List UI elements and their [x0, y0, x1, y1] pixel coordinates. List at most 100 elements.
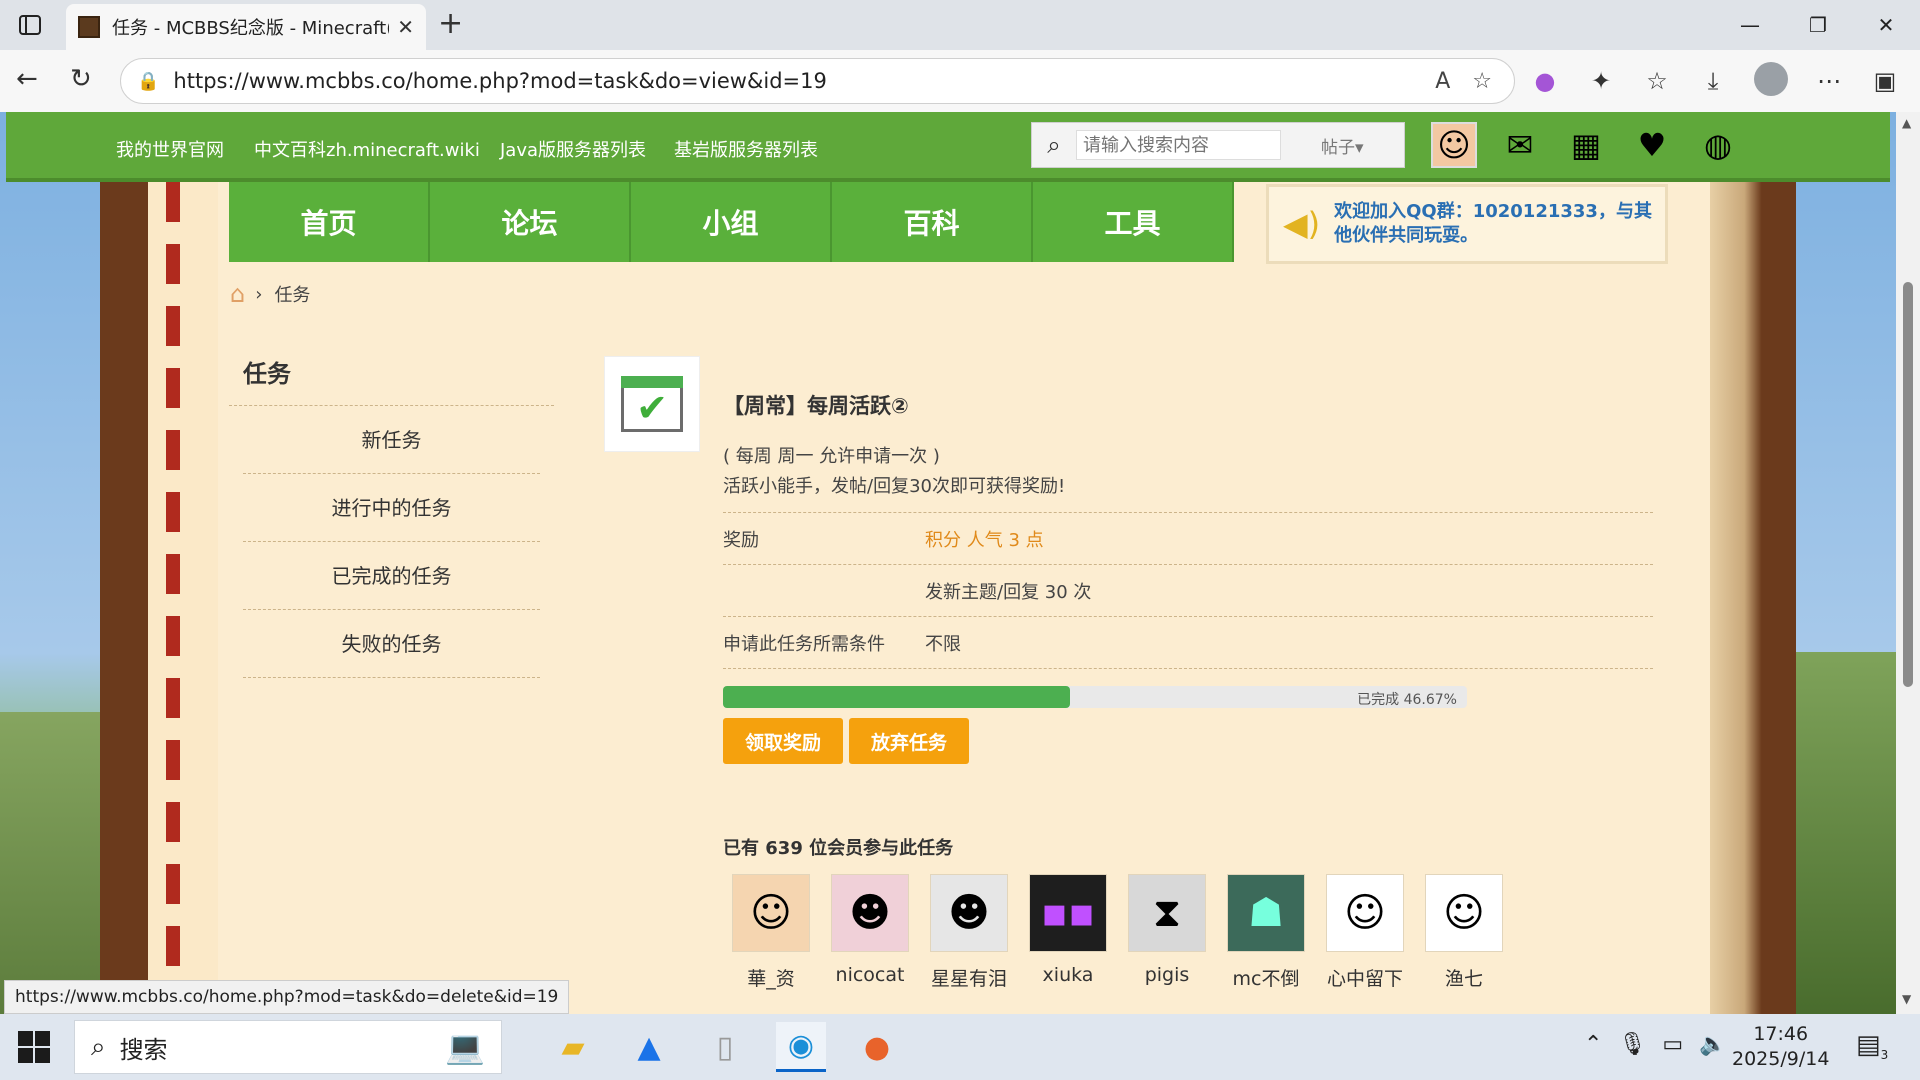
back-arrow-icon[interactable]: ←	[16, 64, 38, 94]
member-item[interactable]: ☻ nicocat	[831, 874, 909, 991]
address-url[interactable]: https://www.mcbbs.co/home.php?mod=task&d…	[173, 69, 1435, 93]
favorite-star-icon[interactable]: ☆	[1472, 69, 1492, 94]
extensions-icon[interactable]: ✦	[1586, 62, 1616, 100]
lock-icon[interactable]: 🔒	[137, 71, 159, 92]
member-item[interactable]: ▪▪ xiuka	[1029, 874, 1107, 991]
notification-icon[interactable]: ▤3	[1856, 1030, 1888, 1062]
member-item[interactable]: ☻ 星星有泪	[930, 874, 1008, 991]
member-name[interactable]: 心中留下	[1326, 964, 1404, 991]
member-item[interactable]: ☺ 華_资	[732, 874, 810, 991]
book-spine	[100, 182, 148, 1014]
close-tab-icon[interactable]: ✕	[397, 15, 414, 39]
profile-avatar[interactable]	[1754, 62, 1788, 96]
task-progress-bar: 已完成 46.67%	[723, 686, 1467, 708]
link-bedrock-servers[interactable]: 基岩版服务器列表	[674, 136, 818, 162]
sidebar-item-completed[interactable]: 已完成的任务	[243, 542, 540, 610]
tab-actions-icon[interactable]	[12, 10, 48, 40]
windows-taskbar: ⌕ 搜索 💻 ▰ ▲ ▯ ◉ ● ⌃ 🎙 ▭ 🔈 17:46 2025/9/14…	[0, 1014, 1920, 1080]
abandon-task-button[interactable]: 放弃任务	[849, 718, 969, 764]
volume-icon[interactable]: 🔈	[1699, 1032, 1726, 1057]
favorites-icon[interactable]: ☆	[1642, 62, 1672, 100]
photos-app-icon[interactable]: ▲	[624, 1022, 674, 1072]
member-item[interactable]: ☺ 心中留下	[1326, 874, 1404, 991]
refresh-icon[interactable]: ↻	[70, 64, 92, 94]
link-minecraft-wiki[interactable]: 中文百科zh.minecraft.wiki	[254, 136, 480, 162]
nav-wiki[interactable]: 百科	[832, 182, 1033, 262]
system-tray: ⌃ 🎙 ▭ 🔈	[1584, 1032, 1727, 1057]
address-bar[interactable]: 🔒 https://www.mcbbs.co/home.php?mod=task…	[120, 58, 1515, 104]
restore-icon[interactable]: ❐	[1784, 0, 1852, 50]
copilot-icon[interactable]: ●	[1530, 62, 1560, 100]
browser-tab-active[interactable]: 任务 - MCBBS纪念版 - Minecraft( ✕	[66, 4, 426, 50]
messages-icon[interactable]: ✉	[1497, 122, 1543, 168]
scroll-down-icon[interactable]: ▼	[1902, 992, 1911, 1006]
task-calendar-icon: ✔	[604, 356, 700, 452]
sidebar-item-new[interactable]: 新任务	[243, 406, 540, 474]
network-icon[interactable]: ▭	[1662, 1032, 1683, 1057]
breadcrumb-current[interactable]: 任务	[274, 281, 310, 307]
member-item[interactable]: ⧗ pigis	[1128, 874, 1206, 991]
member-name[interactable]: 星星有泪	[930, 964, 1008, 991]
member-avatar[interactable]: ⧗	[1128, 874, 1206, 952]
page-scrollbar[interactable]: ▲ ▼	[1896, 112, 1920, 1014]
firefox-icon[interactable]: ●	[852, 1022, 902, 1072]
link-status-url: https://www.mcbbs.co/home.php?mod=task&d…	[4, 980, 570, 1014]
notepad-icon[interactable]: ▯	[700, 1022, 750, 1072]
nav-groups[interactable]: 小组	[631, 182, 832, 262]
edge-browser-icon[interactable]: ◉	[776, 1022, 826, 1072]
task-reward-row: 奖励 积分 人气 3 点	[723, 512, 1653, 564]
read-aloud-icon[interactable]: A	[1435, 69, 1450, 94]
scroll-up-icon[interactable]: ▲	[1902, 116, 1911, 130]
member-item[interactable]: ☗ mc不倒	[1227, 874, 1305, 991]
search-input[interactable]	[1076, 130, 1281, 160]
downloads-icon[interactable]: ⤓	[1698, 62, 1728, 100]
member-avatar[interactable]: ▪▪	[1029, 874, 1107, 952]
taskbar-clock[interactable]: 17:46 2025/9/14	[1732, 1022, 1829, 1072]
member-avatar[interactable]: ☻	[831, 874, 909, 952]
sidebar-item-in-progress[interactable]: 进行中的任务	[243, 474, 540, 542]
member-avatar[interactable]: ☺	[1425, 874, 1503, 952]
friends-icon[interactable]: ♥	[1629, 122, 1675, 168]
inventory-icon[interactable]: ▦	[1563, 122, 1609, 168]
link-minecraft-official[interactable]: 我的世界官网	[116, 136, 224, 162]
member-name[interactable]: xiuka	[1029, 964, 1107, 986]
sidebar-toggle-icon[interactable]: ▣	[1870, 62, 1900, 100]
member-item[interactable]: ☺ 渔七	[1425, 874, 1503, 991]
microphone-icon[interactable]: 🎙	[1618, 1032, 1646, 1057]
windows-start-icon[interactable]	[18, 1031, 50, 1063]
main-nav: 首页 论坛 小组 百科 工具	[229, 182, 1234, 262]
task-requirement-row: 发新主题/回复 30 次	[723, 564, 1653, 616]
search-icon[interactable]: ⌕	[1032, 131, 1076, 159]
member-avatar[interactable]: ☺	[732, 874, 810, 952]
member-name[interactable]: 華_资	[732, 964, 810, 991]
cookie-icon[interactable]: ◍	[1695, 122, 1741, 168]
announcement-text[interactable]: 欢迎加入QQ群：1020121333，与其他伙伴共同玩耍。	[1334, 200, 1665, 248]
browser-toolbar: ← ↻ 🔒 https://www.mcbbs.co/home.php?mod=…	[0, 50, 1920, 112]
user-avatar[interactable]: ☺	[1431, 122, 1477, 168]
member-avatar[interactable]: ☗	[1227, 874, 1305, 952]
sidebar-item-failed[interactable]: 失败的任务	[243, 610, 540, 678]
claim-reward-button[interactable]: 领取奖励	[723, 718, 843, 764]
link-java-servers[interactable]: Java版服务器列表	[500, 136, 646, 162]
member-name[interactable]: nicocat	[831, 964, 909, 986]
more-menu-icon[interactable]: ⋯	[1814, 62, 1844, 100]
close-window-icon[interactable]: ✕	[1852, 0, 1920, 50]
nav-home[interactable]: 首页	[229, 182, 430, 262]
minimize-icon[interactable]: —	[1716, 0, 1784, 50]
browser-toolbar-icons: ● ✦ ☆ ⤓ ⋯ ▣	[1530, 62, 1900, 100]
member-name[interactable]: mc不倒	[1227, 964, 1305, 991]
home-icon[interactable]: ⌂	[230, 280, 245, 308]
new-tab-button[interactable]: +	[438, 6, 463, 41]
breadcrumb: ⌂ › 任务	[230, 280, 310, 308]
member-avatar[interactable]: ☻	[930, 874, 1008, 952]
member-name[interactable]: pigis	[1128, 964, 1206, 986]
member-name[interactable]: 渔七	[1425, 964, 1503, 991]
scrollbar-thumb[interactable]	[1903, 282, 1913, 687]
tray-overflow-icon[interactable]: ⌃	[1584, 1032, 1602, 1057]
taskbar-search[interactable]: ⌕ 搜索 💻	[74, 1020, 502, 1074]
nav-forum[interactable]: 论坛	[430, 182, 631, 262]
nav-tools[interactable]: 工具	[1033, 182, 1234, 262]
file-explorer-icon[interactable]: ▰	[548, 1022, 598, 1072]
search-type-select[interactable]: 帖子▾	[1321, 133, 1364, 158]
member-avatar[interactable]: ☺	[1326, 874, 1404, 952]
